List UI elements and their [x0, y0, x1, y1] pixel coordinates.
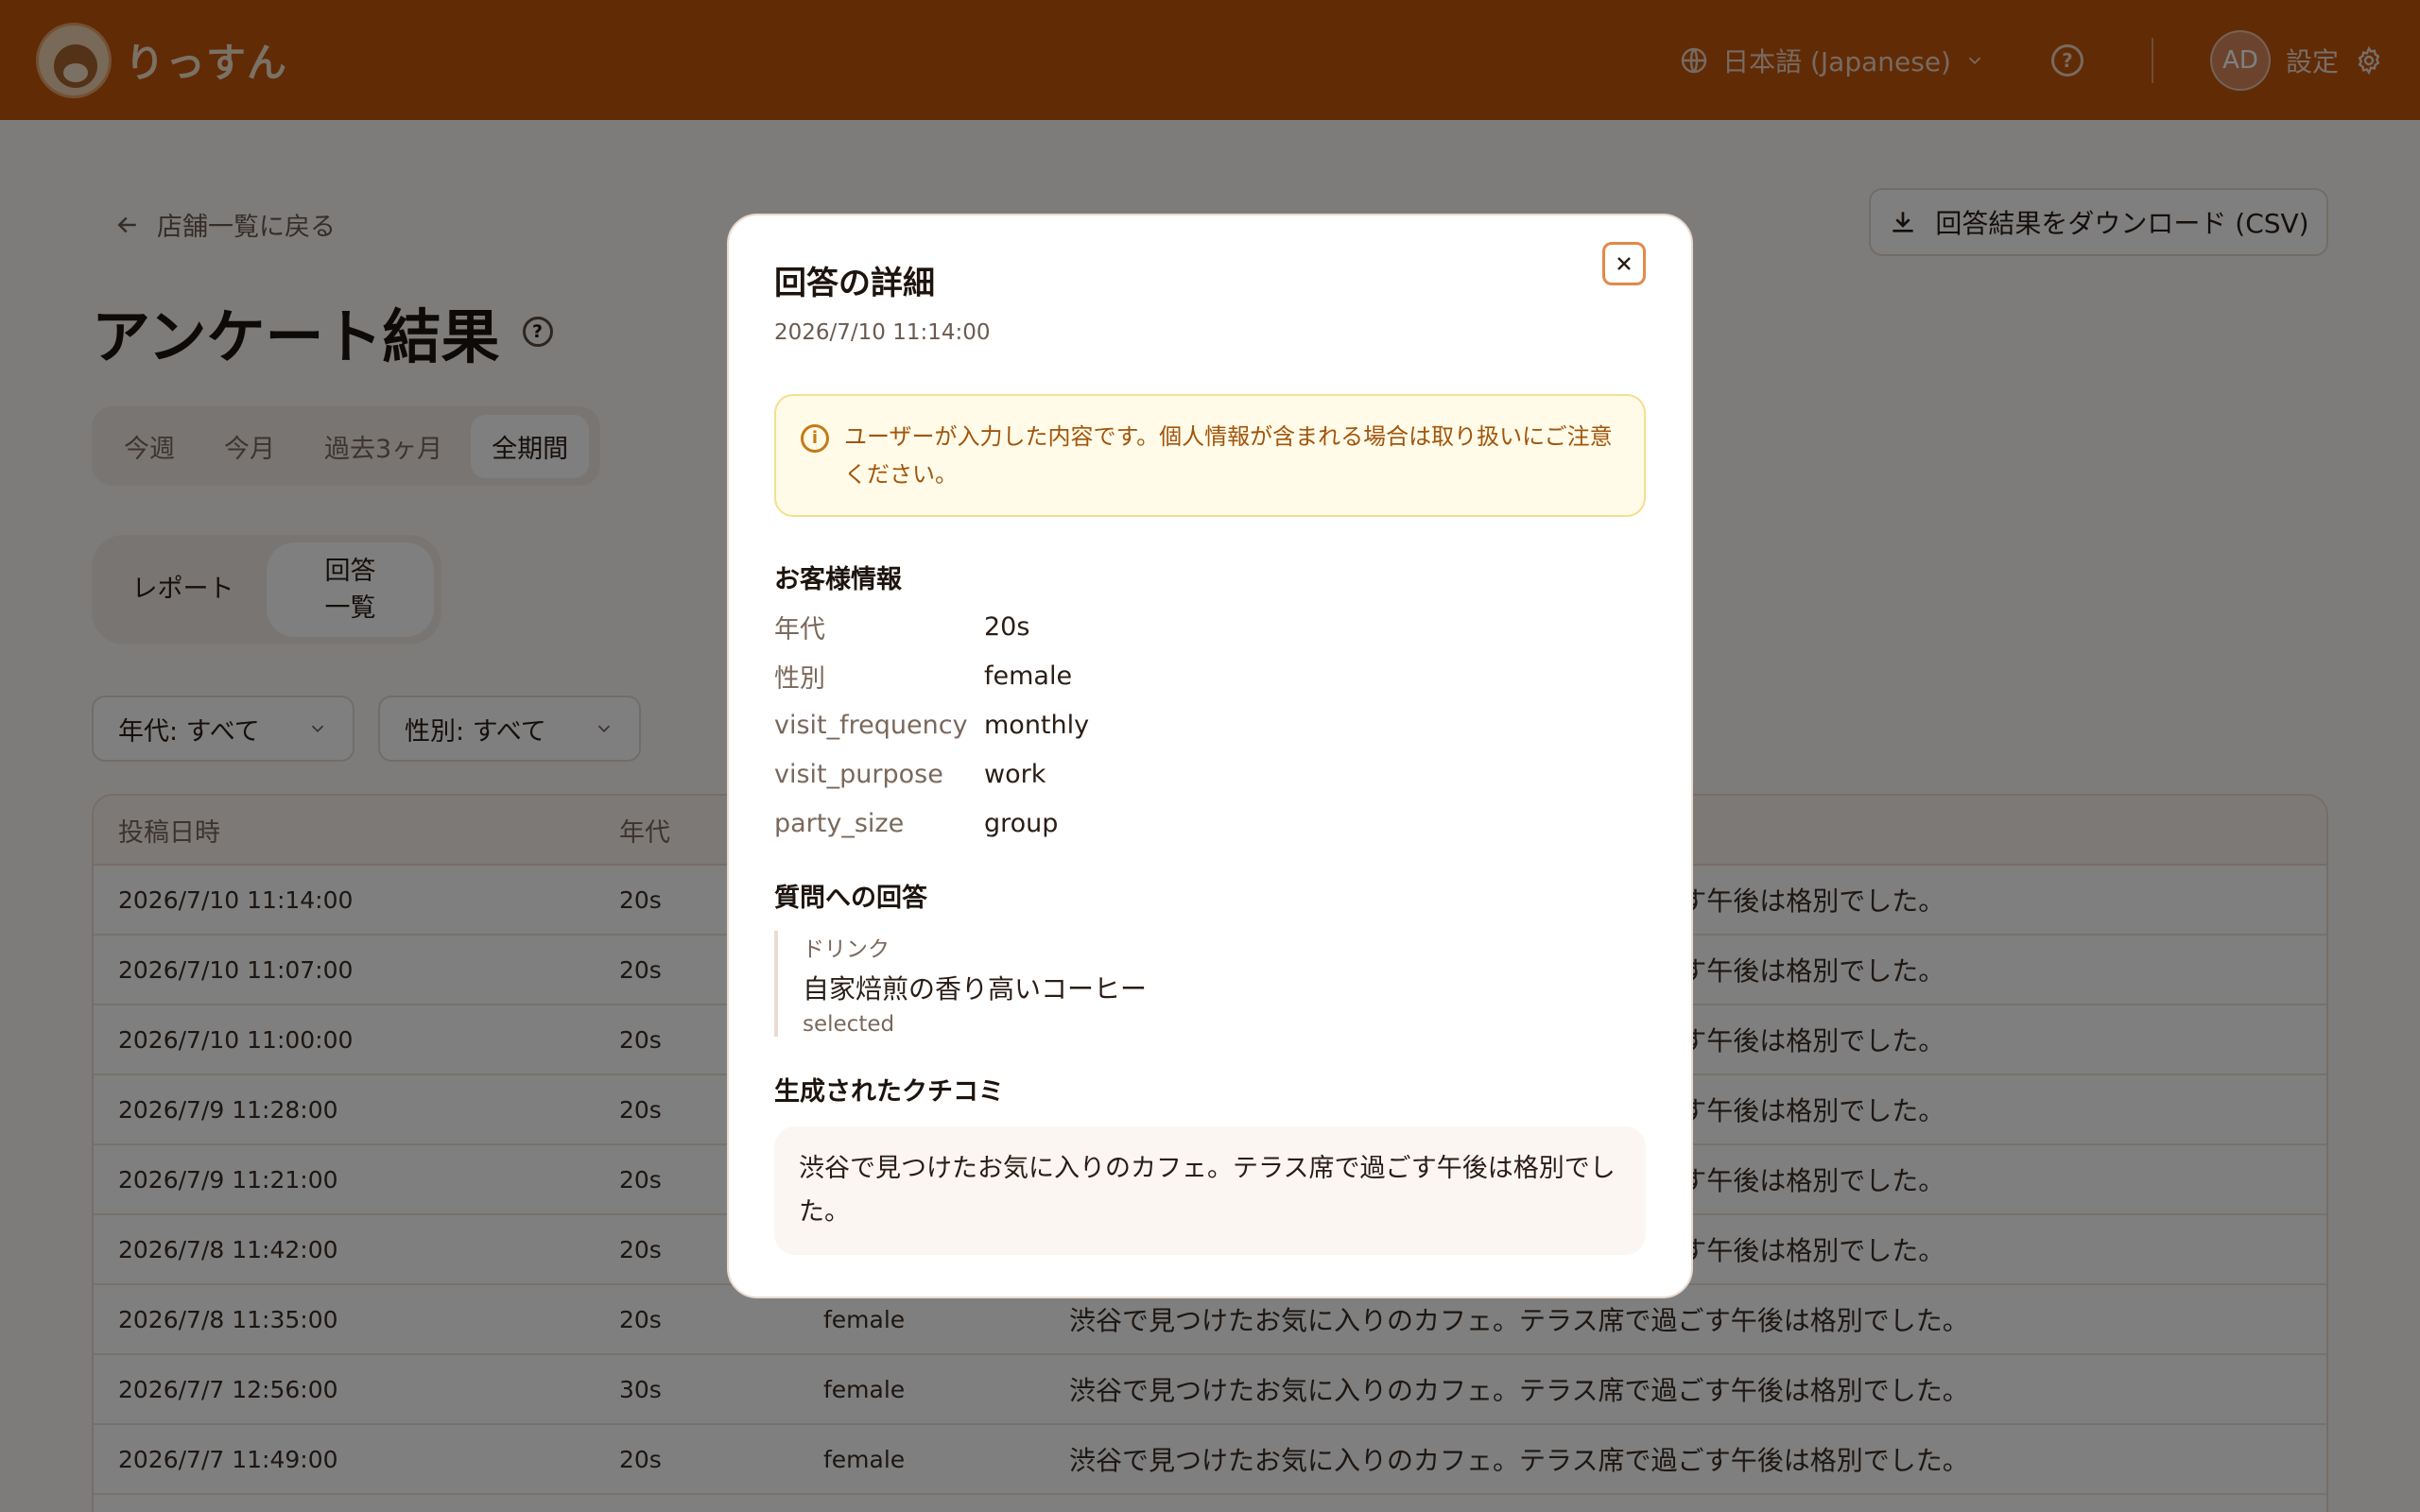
customer-info-heading: お客様情報 — [774, 565, 902, 594]
info-value: work — [984, 759, 1046, 789]
response-detail-dialog: 回答の詳細 2026/7/10 11:14:00 i ユーザーが入力した内容です… — [727, 214, 1693, 1298]
generated-review-heading: 生成されたクチコミ — [774, 1077, 1004, 1107]
info-label: party_size — [774, 808, 905, 838]
info-label: visit_frequency — [774, 710, 968, 740]
answer-type: selected — [803, 1012, 895, 1037]
answer-question: ドリンク — [803, 937, 890, 962]
info-value: group — [984, 808, 1059, 838]
info-label: 性別 — [774, 663, 825, 694]
info-icon: i — [801, 424, 829, 453]
info-value: female — [984, 661, 1073, 691]
answers-heading: 質問への回答 — [774, 884, 927, 913]
close-button[interactable] — [1602, 242, 1646, 285]
dialog-title: 回答の詳細 — [774, 265, 935, 302]
info-label: 年代 — [774, 614, 825, 644]
info-value: 20s — [984, 611, 1030, 642]
answer-value: 自家焙煎の香り高いコーヒー — [803, 973, 1148, 1005]
customer-info-list: 年代 20s 性別 female visit_frequency monthly… — [774, 609, 1646, 841]
privacy-notice: i ユーザーが入力した内容です。個人情報が含まれる場合は取り扱いにご注意ください… — [774, 394, 1646, 517]
close-icon — [1617, 257, 1631, 270]
notice-text: ユーザーが入力した内容です。個人情報が含まれる場合は取り扱いにご注意ください。 — [844, 423, 1613, 488]
answer-item: ドリンク 自家焙煎の香り高いコーヒー selected — [774, 931, 1646, 1037]
dialog-date: 2026/7/10 11:14:00 — [774, 320, 991, 345]
info-value: monthly — [984, 710, 1090, 740]
generated-review-text: 渋谷で見つけたお気に入りのカフェ。テラス席で過ごす午後は格別でした。 — [774, 1126, 1646, 1255]
info-label: visit_purpose — [774, 759, 943, 789]
